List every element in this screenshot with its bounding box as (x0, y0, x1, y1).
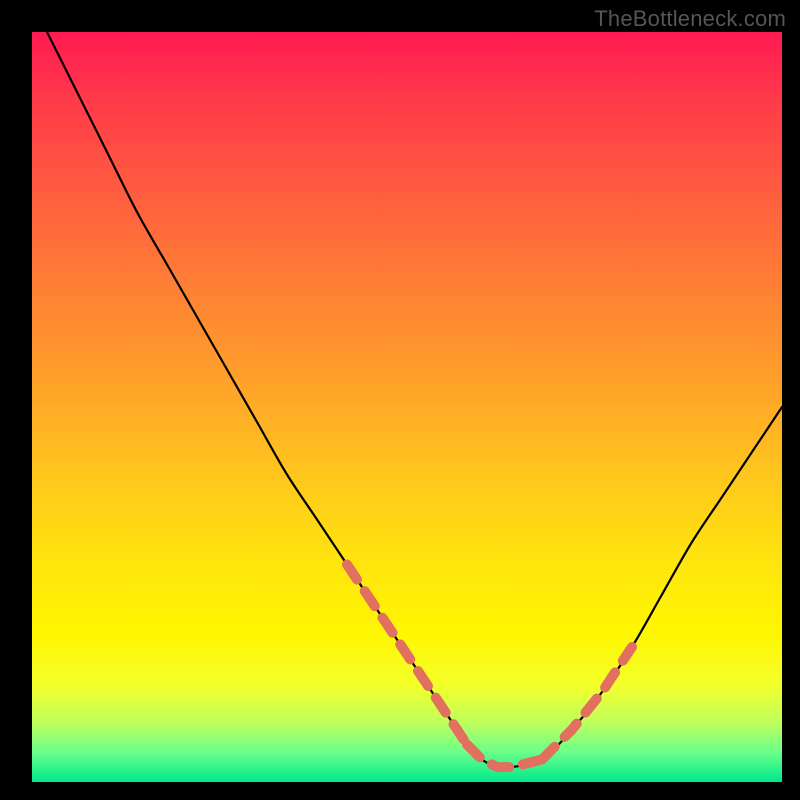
curve-svg (32, 32, 782, 782)
highlight-valley-floor (467, 745, 542, 768)
chart-frame: TheBottleneck.com (0, 0, 800, 800)
watermark-label: TheBottleneck.com (594, 6, 786, 32)
highlight-right-ascent (542, 647, 632, 760)
plot-area (32, 32, 782, 782)
